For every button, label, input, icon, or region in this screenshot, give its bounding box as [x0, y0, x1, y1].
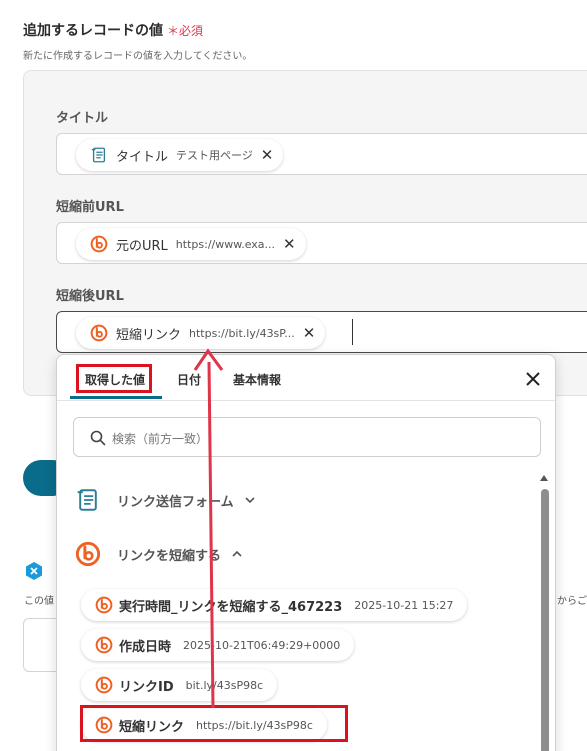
value-picker-dropdown: 取得した値 日付 基本情報 検索（前方一致） リンク送信フォーム リンクを短縮す… [56, 354, 556, 751]
list-item[interactable]: 作成日時 2025-10-21T06:49:29+0000 [81, 629, 355, 661]
group-label: リンクを短縮する [117, 548, 222, 564]
required-badge: ＊必須 [167, 24, 204, 38]
app-root: 追加するレコードの値 ＊必須 新たに作成するレコードの値を入力してください。 タイ… [0, 0, 587, 751]
original-url-chip[interactable]: 元のURL https://www.exa... ✕ [76, 228, 306, 260]
x-hexagon-icon [26, 562, 42, 580]
group-label: リンク送信フォーム [117, 494, 234, 510]
chevron-up-icon [232, 550, 242, 557]
list-item[interactable]: 実行時間_リンクを短縮する_467223 2025-10-21 15:27 [81, 589, 468, 621]
group-shorten-link[interactable]: リンクを短縮する [75, 541, 243, 567]
chip-value: テスト用ページ [176, 149, 253, 162]
highlight-box-tab [76, 364, 152, 393]
item-value: 2025-10-21T06:49:29+0000 [183, 638, 341, 652]
bitly-icon [95, 676, 113, 694]
short-url-chip[interactable]: 短縮リンク https://bit.ly/43sP... ✕ [76, 317, 326, 349]
tab-date[interactable]: 日付 [177, 371, 201, 388]
chip-name: 短縮リンク [116, 327, 182, 343]
scroll-up-arrow[interactable] [540, 475, 548, 481]
item-name: 実行時間_リンクを短縮する_467223 [119, 599, 343, 615]
close-icon[interactable]: ✕ [303, 325, 316, 341]
active-tab-indicator [70, 396, 162, 399]
item-value: 2025-10-21 15:27 [354, 598, 454, 612]
search-placeholder: 検索（前方一致） [112, 432, 209, 446]
chevron-down-icon [245, 497, 255, 504]
section-title: 追加するレコードの値 ＊必須 [23, 23, 204, 39]
field-label-short-url: 短縮後URL [56, 289, 124, 304]
close-icon[interactable]: ✕ [283, 236, 296, 252]
close-icon[interactable] [523, 369, 543, 389]
bitly-icon [75, 541, 101, 567]
chip-value: https://bit.ly/43sP... [189, 326, 295, 340]
background-text-left: この値 [24, 596, 54, 607]
search-icon [90, 430, 106, 446]
bitly-icon [90, 324, 108, 342]
item-name: 作成日時 [119, 639, 172, 655]
chip-name: タイトル [116, 149, 169, 165]
item-name: リンクID [119, 679, 174, 695]
background-text-right: からご [557, 596, 587, 607]
bitly-icon [90, 235, 108, 253]
field-label-original-url: 短縮前URL [56, 200, 124, 215]
search-input[interactable]: 検索（前方一致） [73, 417, 541, 457]
group-link-form[interactable]: リンク送信フォーム [75, 487, 256, 513]
form-icon [75, 487, 101, 513]
item-value: bit.ly/43sP98c [185, 678, 264, 692]
list-item[interactable]: リンクID bit.ly/43sP98c [81, 669, 278, 701]
field-label-title: タイトル [56, 111, 109, 126]
text-caret [352, 319, 353, 345]
tab-basic-info[interactable]: 基本情報 [233, 371, 281, 388]
page-icon [90, 146, 108, 164]
highlight-box-item [80, 705, 348, 742]
bitly-icon [95, 596, 113, 614]
chip-name: 元のURL [116, 238, 168, 254]
title-chip[interactable]: タイトル テスト用ページ ✕ [76, 139, 284, 171]
chip-value: https://www.exa... [175, 237, 276, 251]
close-icon[interactable]: ✕ [261, 147, 274, 163]
bitly-icon [95, 636, 113, 654]
section-description: 新たに作成するレコードの値を入力してください。 [23, 51, 253, 62]
scrollbar-thumb[interactable] [541, 489, 549, 751]
